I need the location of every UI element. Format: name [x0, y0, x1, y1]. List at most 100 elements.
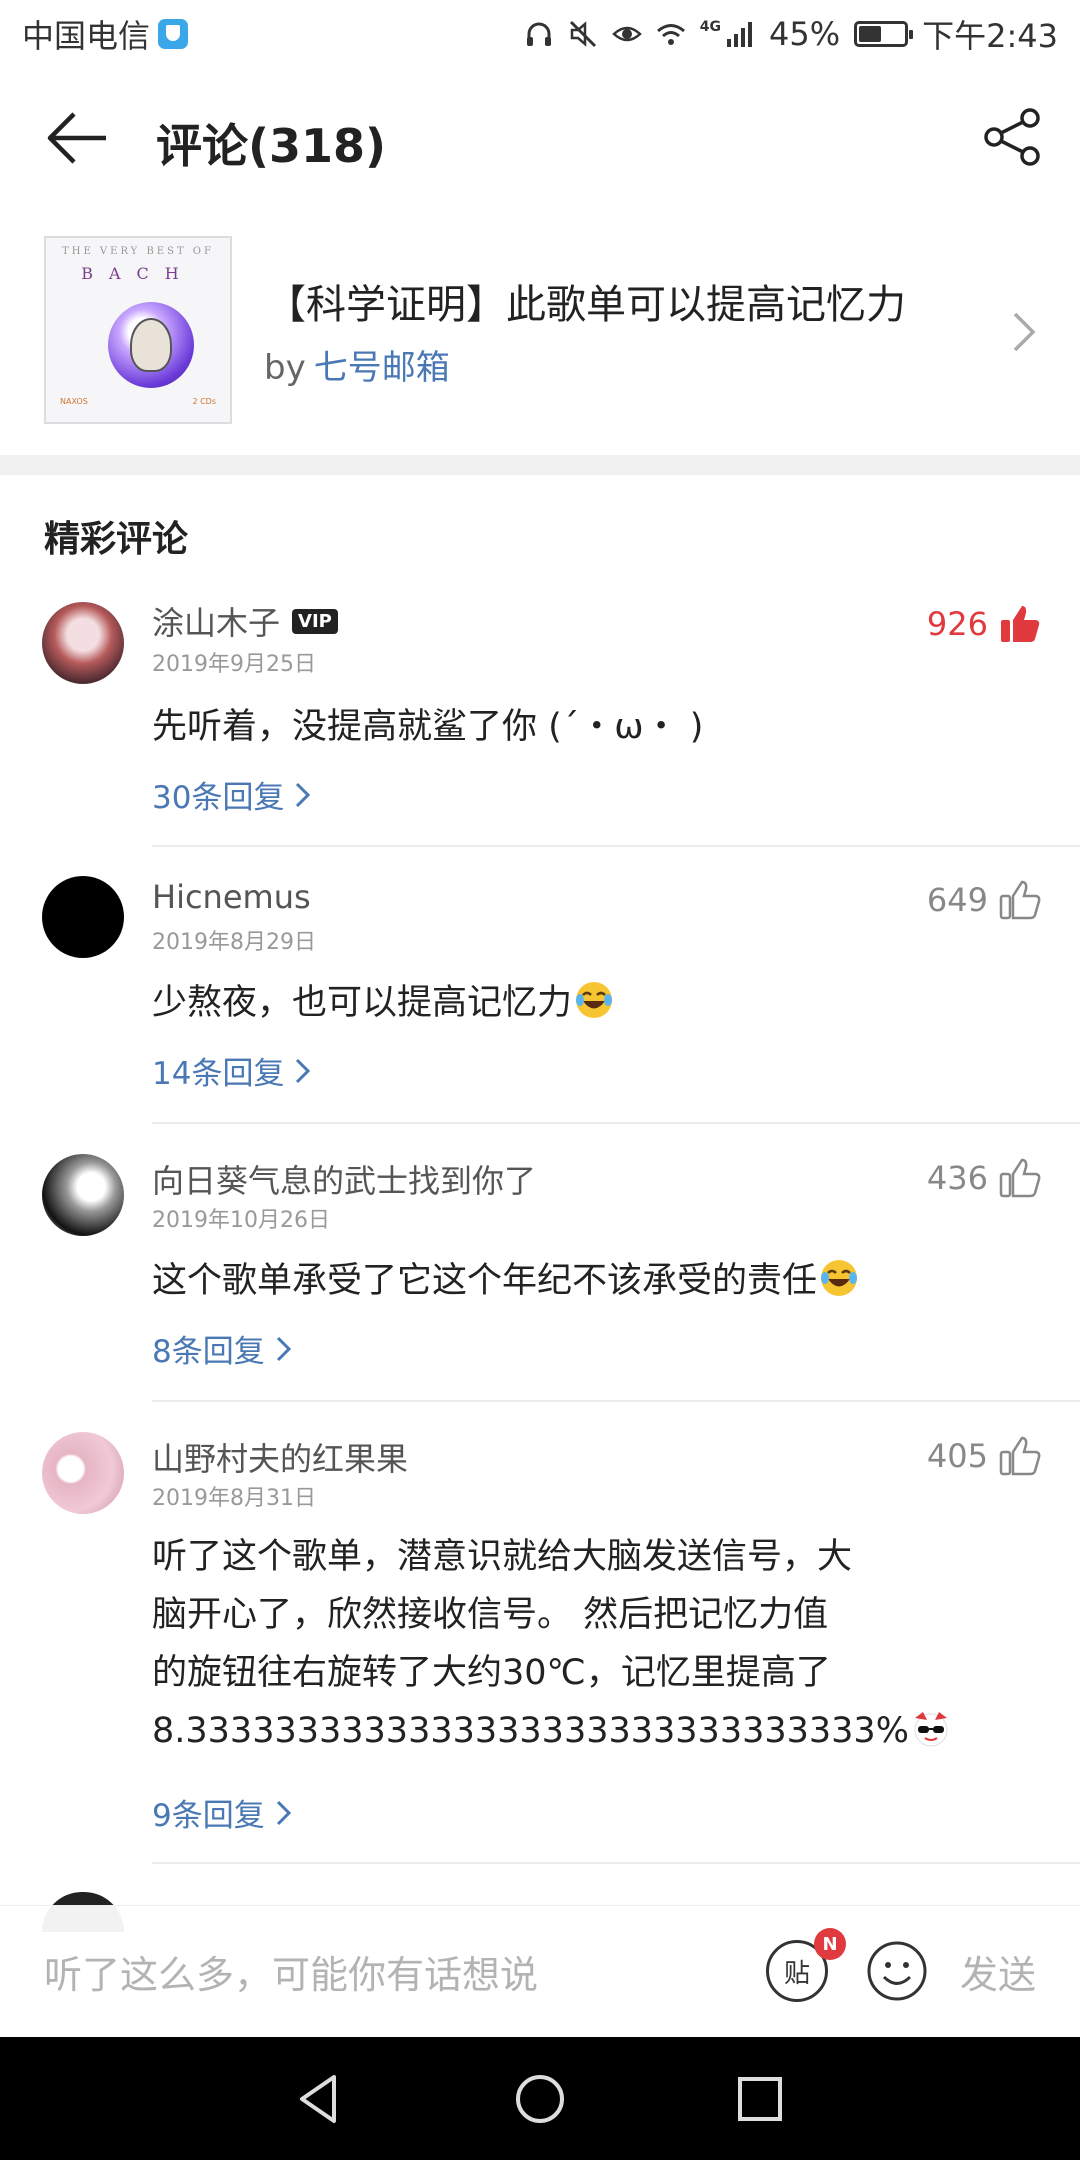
replies-link[interactable]: 9条回复 — [152, 1790, 293, 1835]
app-header: 评论(318) — [0, 68, 1080, 210]
cover-tag-left: NAXOS — [60, 397, 88, 406]
replies-count: 9条回复 — [152, 1798, 265, 1834]
comment-date: 2019年8月31日 — [152, 1486, 316, 1511]
system-nav-bar — [0, 2037, 1080, 2160]
chevron-right-small-icon — [276, 1336, 291, 1361]
battery-percent: 45% — [769, 15, 841, 53]
carrier-group: 中国电信 — [22, 11, 189, 57]
chevron-right-icon — [1013, 312, 1036, 352]
comment-date: 2019年10月26日 — [152, 1208, 330, 1233]
comment-separator — [152, 1862, 1080, 1864]
playlist-author-link[interactable]: 七号邮箱 — [314, 348, 450, 388]
comment-text-content: 少熬夜，也可以提高记忆力 — [152, 983, 573, 1023]
replies-link[interactable]: 8条回复 — [152, 1326, 293, 1371]
section-title-hot-comments: 精彩评论 — [44, 519, 189, 560]
like-count: 649 — [926, 881, 988, 919]
thumbs-up-filled-icon — [1001, 606, 1040, 642]
by-label: by — [264, 348, 306, 388]
like-count: 926 — [926, 605, 988, 643]
share-icon[interactable] — [982, 106, 1044, 168]
carrier-name: 中国电信 — [22, 17, 151, 55]
laughing-tears-emoji-icon — [821, 1260, 858, 1296]
nav-back-icon[interactable] — [288, 2067, 352, 2131]
like-count: 405 — [926, 1437, 988, 1475]
username-text: 山野村夫的红果果 — [152, 1440, 409, 1478]
comment-date: 2019年8月29日 — [152, 930, 316, 955]
nav-home-icon[interactable] — [508, 2067, 572, 2131]
like-button[interactable]: 649 — [927, 878, 1042, 922]
comment-text-line: 8.3333333333333333333333333333333% — [152, 1711, 909, 1751]
nav-recents-icon[interactable] — [728, 2067, 792, 2131]
like-button[interactable]: 436 — [927, 1156, 1042, 1200]
chevron-right-small-icon — [296, 1058, 311, 1083]
cool-sunglasses-emoji-icon — [914, 1712, 948, 1747]
comment-text-content: 这个歌单承受了它这个年纪不该承受的责任 — [152, 1261, 818, 1301]
comment-separator — [152, 1122, 1080, 1124]
send-button[interactable]: 发送 — [960, 1944, 1036, 1999]
thumbs-up-icon — [999, 880, 1041, 920]
back-arrow-icon[interactable] — [44, 108, 110, 168]
comment-text-line: 的旋钮往右旋转了大约30℃，记忆里提高了 — [152, 1653, 831, 1693]
comment-separator — [152, 845, 1080, 847]
comment-username[interactable]: Hicnemus — [152, 878, 311, 916]
status-icons: 4G 45% 下午2:43 — [524, 11, 1058, 57]
comment-text-line-last: 8.3333333333333333333333333333333% — [152, 1702, 1032, 1760]
avatar[interactable] — [42, 1432, 124, 1514]
wifi-icon — [656, 24, 685, 45]
clock: 下午2:43 — [922, 17, 1058, 55]
comment-text-line: 听了这个歌单，潜意识就给大脑发送信号，大 — [152, 1537, 853, 1577]
comment-text: 先听着，没提高就鲨了你 (´・ω・ ) — [152, 707, 704, 747]
comment-username[interactable]: 向日葵气息的武士找到你了 — [152, 1156, 536, 1202]
comment-username[interactable]: 山野村夫的红果果 — [152, 1434, 408, 1480]
battery-icon — [854, 21, 914, 47]
security-shield-icon — [158, 19, 189, 49]
emoji-smile-icon[interactable] — [866, 1940, 928, 2002]
comment-text: 少熬夜，也可以提高记忆力 — [152, 974, 912, 1032]
cover-top-text: THE VERY BEST OF — [62, 246, 214, 257]
avatar[interactable] — [42, 876, 124, 958]
headphones-icon — [526, 22, 551, 46]
comment-text-line: 脑开心了，欣然接收信号。 然后把记忆力值 — [152, 1595, 829, 1635]
comment-separator — [152, 1400, 1080, 1402]
comment-input[interactable]: 听了这么多，可能你有话想说 — [44, 1944, 538, 1999]
username-text: Hicnemus — [152, 878, 311, 916]
cover-artist: BACH — [81, 264, 195, 283]
replies-link[interactable]: 14条回复 — [152, 1048, 312, 1093]
username-text: 向日葵气息的武士找到你了 — [152, 1162, 537, 1200]
avatar[interactable] — [42, 602, 124, 684]
mute-icon — [569, 20, 596, 48]
eye-comfort-icon — [611, 26, 642, 42]
replies-count: 30条回复 — [152, 780, 285, 816]
new-badge: N — [814, 1928, 846, 1960]
battery-level-fill — [859, 26, 881, 42]
like-button[interactable]: 405 — [927, 1434, 1042, 1478]
network-type-label: 4G — [699, 19, 721, 35]
replies-count: 14条回复 — [152, 1056, 285, 1092]
section-divider — [0, 455, 1080, 475]
username-text: 涂山木子 — [152, 604, 281, 642]
playlist-name: 【科学证明】此歌单可以提高记忆力 — [266, 282, 906, 328]
replies-link[interactable]: 30条回复 — [152, 772, 312, 817]
replies-count: 8条回复 — [152, 1334, 265, 1370]
signal-strength-icon — [727, 22, 752, 47]
cover-tag-right: 2 CDs — [192, 397, 216, 406]
page-title: 评论(318) — [156, 119, 387, 173]
comment-username[interactable]: 涂山木子 VIP — [152, 598, 338, 644]
comment-date: 2019年9月25日 — [152, 652, 316, 677]
thumbs-up-icon — [999, 1436, 1041, 1476]
comment-input-bar: 听了这么多，可能你有话想说 贴 N 发送 — [0, 1905, 1080, 2037]
playlist-cover: THE VERY BEST OF BACH NAXOS 2 CDs — [44, 236, 232, 424]
chevron-right-small-icon — [296, 782, 311, 807]
vip-badge: VIP — [292, 608, 338, 634]
chevron-right-small-icon — [276, 1800, 291, 1825]
playlist-byline: by 七号邮箱 — [264, 340, 450, 389]
thumbs-up-icon — [999, 1158, 1041, 1198]
comment-text: 这个歌单承受了它这个年纪不该承受的责任 — [152, 1252, 1012, 1310]
status-bar: 中国电信 4G 45% 下午2:43 — [0, 0, 1080, 68]
laughing-tears-emoji-icon — [576, 982, 613, 1018]
playlist-card[interactable]: THE VERY BEST OF BACH NAXOS 2 CDs 【科学证明】… — [0, 210, 1080, 455]
avatar[interactable] — [42, 1154, 124, 1236]
like-count: 436 — [926, 1159, 988, 1197]
cover-portrait — [130, 318, 172, 372]
like-button[interactable]: 926 — [927, 602, 1042, 646]
